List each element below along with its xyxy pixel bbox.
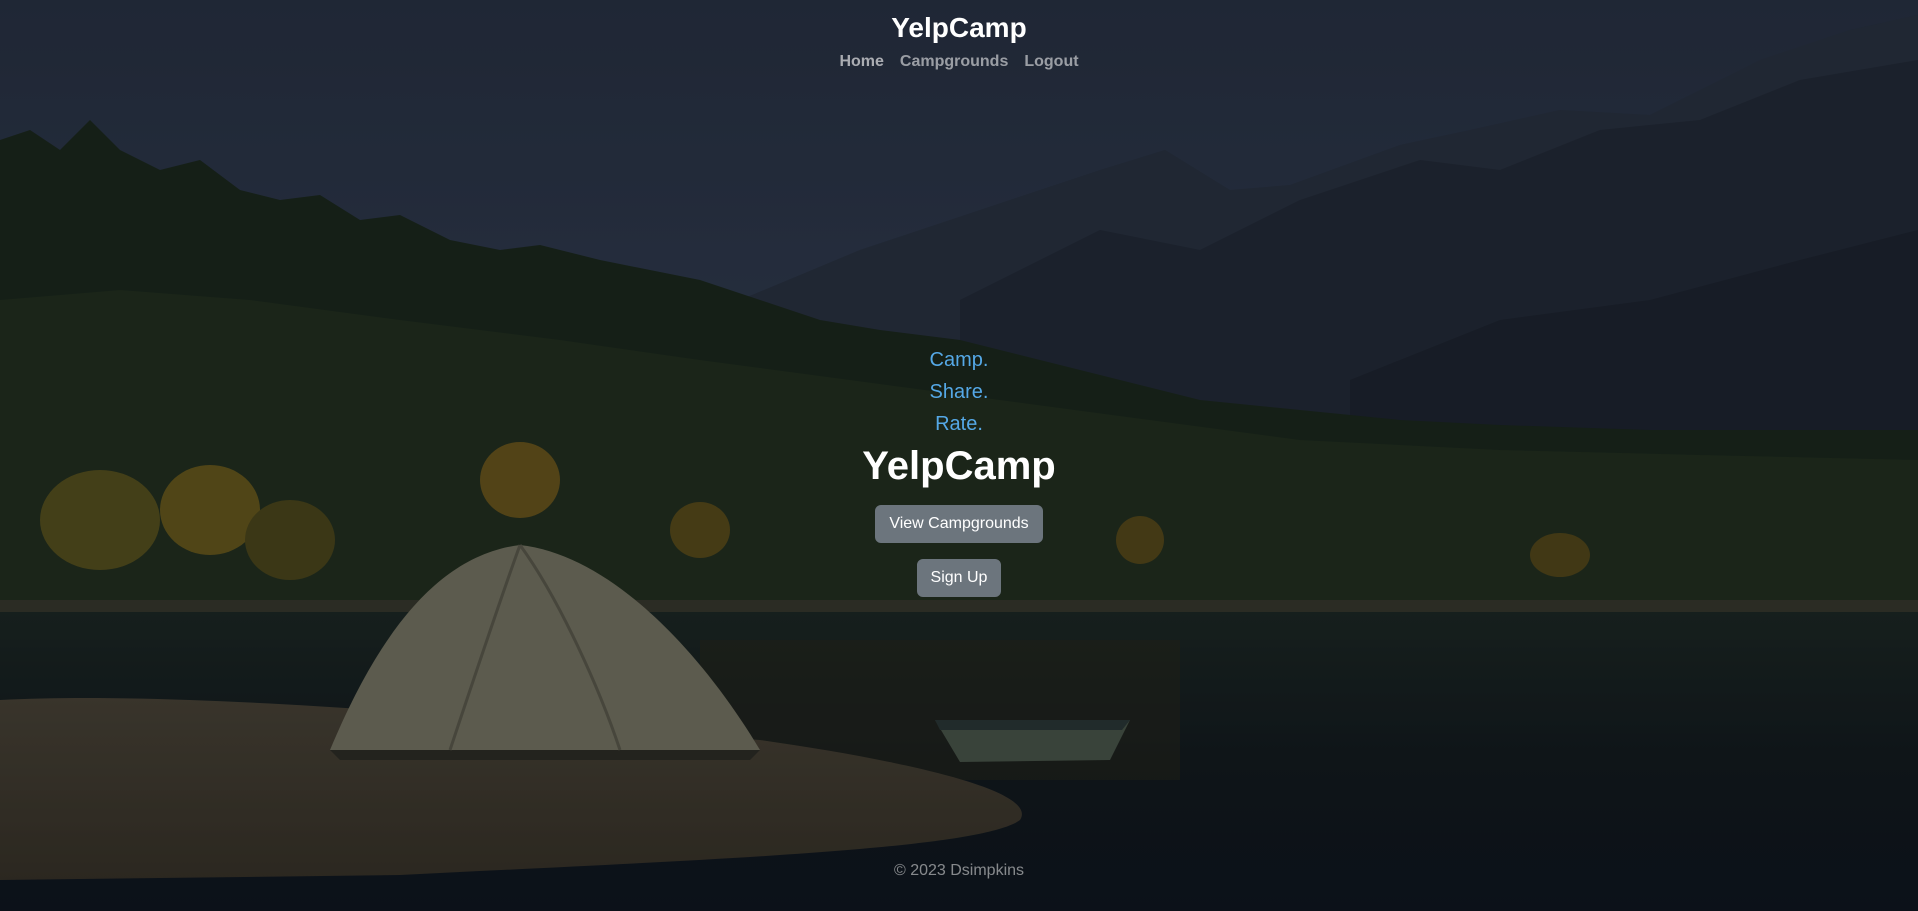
nav-home-link[interactable]: Home [839,53,883,71]
hero-title: YelpCamp [862,444,1056,488]
view-campgrounds-row: View Campgrounds [0,505,1918,543]
view-campgrounds-button[interactable]: View Campgrounds [875,505,1043,543]
copyright-text: © 2023 Dsimpkins [893,862,1025,879]
navbar-brand[interactable]: YelpCamp [0,12,1918,44]
main-nav: Home Campgrounds Logout [0,53,1918,71]
signup-row: Sign Up [0,559,1918,597]
tagline-share: Share. [929,381,989,403]
site-footer: © 2023 Dsimpkins [0,862,1918,880]
hero-section: Camp. Share. Rate. YelpCamp [0,344,1918,490]
sign-up-button[interactable]: Sign Up [916,559,1002,597]
tagline-camp: Camp. [929,349,989,371]
nav-logout-link[interactable]: Logout [1024,53,1078,71]
nav-campgrounds-link[interactable]: Campgrounds [900,53,1008,71]
tagline-rate: Rate. [935,413,983,435]
